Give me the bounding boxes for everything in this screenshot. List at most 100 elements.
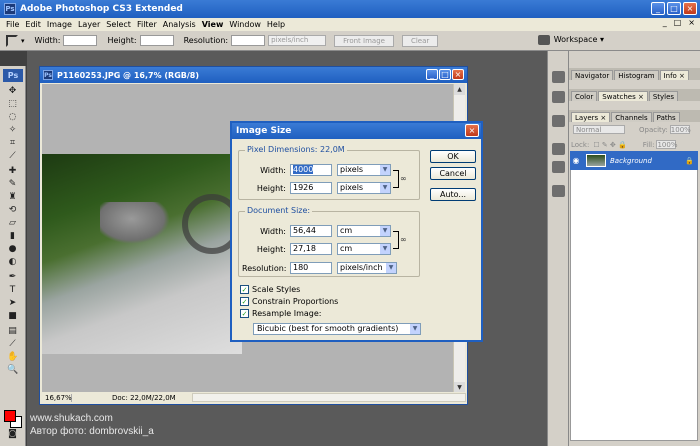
eraser-tool-icon[interactable]: ▱ (7, 218, 18, 228)
eyedropper-tool-icon[interactable]: ⟋ (7, 151, 18, 161)
eyedropper-sample-tool-icon[interactable]: ⟋ (7, 339, 18, 349)
menu-image[interactable]: Image (44, 20, 75, 29)
brush-tool-icon[interactable]: ✎ (7, 179, 18, 189)
options-height-input[interactable] (139, 35, 174, 46)
document-close-button[interactable]: × (452, 69, 464, 80)
fill-input[interactable]: 100% (656, 140, 677, 149)
pen-tool-icon[interactable]: ✒ (7, 272, 18, 282)
opacity-input[interactable]: 100% (669, 125, 691, 134)
clear-button[interactable]: Clear (401, 34, 439, 47)
menu-help[interactable]: Help (264, 20, 288, 29)
pixel-width-input[interactable]: 4000 (290, 164, 332, 176)
tab-swatches[interactable]: Swatches × (598, 91, 648, 101)
healing-brush-tool-icon[interactable]: ✚ (7, 166, 18, 176)
tab-channels[interactable]: Channels (611, 112, 652, 122)
doc-width-input[interactable]: 56,44 (290, 225, 332, 237)
eye-icon[interactable]: ◉ (570, 156, 582, 165)
tab-color[interactable]: Color (571, 91, 598, 101)
menu-edit[interactable]: Edit (22, 20, 44, 29)
doc-restore-icon[interactable]: □ (672, 18, 684, 27)
options-width-input[interactable] (63, 35, 98, 46)
tab-histogram[interactable]: Histogram (614, 70, 659, 80)
marquee-tool-icon[interactable]: ⬚ (7, 99, 18, 109)
lock-icons[interactable]: ☐ ✎ ✥ 🔒 (593, 141, 626, 149)
crop-tool-icon[interactable]: ⌗ (7, 138, 18, 148)
layer-thumbnail (586, 154, 606, 167)
resample-image-checkbox[interactable]: ✓ Resample Image: (240, 309, 322, 318)
resample-method-select[interactable]: Bicubic (best for smooth gradients) ▼ (253, 323, 421, 335)
document-titlebar[interactable]: Ps P1160253.JPG @ 16,7% (RGB/8) (40, 67, 467, 83)
gradient-tool-icon[interactable]: ▮ (7, 231, 18, 241)
doc-chain-link-icon: ∞ (400, 235, 407, 244)
pixel-height-unit-select[interactable]: pixels ▼ (337, 182, 391, 194)
minimize-button[interactable]: _ (651, 2, 665, 15)
tab-styles[interactable]: Styles (648, 91, 679, 101)
actions-panel-icon[interactable] (552, 91, 565, 103)
scroll-up-arrow-icon[interactable]: ▲ (454, 84, 465, 95)
lasso-tool-icon[interactable]: ◌ (7, 112, 18, 122)
magic-wand-tool-icon[interactable]: ✧ (7, 125, 18, 135)
blur-tool-icon[interactable]: ● (7, 244, 18, 254)
tab-info[interactable]: Info × (659, 70, 689, 80)
cancel-button[interactable]: Cancel (430, 167, 476, 180)
hand-tool-icon[interactable]: ✋ (7, 352, 18, 362)
tool-preset-chevron-icon[interactable]: ▾ (21, 37, 25, 45)
resolution-input[interactable]: 180 (290, 262, 332, 274)
scale-styles-checkbox[interactable]: ✓ Scale Styles (240, 285, 300, 294)
zoom-tool-icon[interactable]: 🔍 (7, 365, 18, 375)
tab-paths[interactable]: Paths (652, 112, 680, 122)
bridge-icon[interactable] (538, 35, 550, 45)
front-image-button[interactable]: Front Image (334, 34, 394, 47)
close-button[interactable]: × (683, 2, 697, 15)
clone-stamp-tool-icon[interactable]: ♜ (7, 192, 18, 202)
doc-close-icon[interactable]: × (686, 18, 697, 27)
path-selection-tool-icon[interactable]: ➤ (7, 298, 18, 308)
dialog-titlebar[interactable]: Image Size (232, 123, 481, 139)
options-resolution-unit-select[interactable]: pixels/inch (268, 35, 327, 46)
crop-tool-icon[interactable] (6, 34, 18, 47)
tab-layers[interactable]: Layers × (571, 112, 611, 122)
dodge-tool-icon[interactable]: ◐ (7, 257, 18, 267)
tab-navigator[interactable]: Navigator (571, 70, 614, 80)
doc-minimize-icon[interactable]: _ (661, 18, 669, 27)
tools-panel-icon[interactable] (552, 115, 565, 127)
dialog-close-button[interactable]: × (465, 124, 479, 137)
workspace-menu[interactable]: Workspace ▾ (554, 35, 604, 44)
document-maximize-button[interactable]: □ (439, 69, 451, 80)
menu-file[interactable]: File (3, 20, 22, 29)
navigator-panel-icon[interactable] (552, 71, 565, 83)
resolution-unit-select[interactable]: pixels/inch ▼ (337, 262, 397, 274)
zoom-level[interactable]: 16,67% (42, 393, 72, 402)
constrain-proportions-checkbox[interactable]: ✓ Constrain Proportions (240, 297, 338, 306)
document-minimize-button[interactable]: _ (426, 69, 438, 80)
maximize-button[interactable]: □ (667, 2, 681, 15)
options-resolution-input[interactable] (231, 35, 266, 46)
menu-view[interactable]: View (199, 20, 227, 29)
foreground-color-swatch[interactable] (4, 410, 16, 422)
move-tool-icon[interactable]: ✥ (7, 86, 18, 96)
doc-width-unit-select[interactable]: cm ▼ (337, 225, 391, 237)
menu-select[interactable]: Select (103, 20, 134, 29)
layer-comps-panel-icon[interactable] (552, 185, 565, 197)
history-brush-tool-icon[interactable]: ⟲ (7, 205, 18, 215)
paragraph-panel-icon[interactable] (552, 161, 565, 173)
ok-button[interactable]: OK (430, 150, 476, 163)
menu-window[interactable]: Window (226, 20, 264, 29)
blend-mode-select[interactable]: Normal (573, 125, 625, 134)
pixel-width-unit-select[interactable]: pixels ▼ (337, 164, 391, 176)
menu-layer[interactable]: Layer (75, 20, 103, 29)
clone-source-panel-icon[interactable] (552, 143, 565, 155)
menu-filter[interactable]: Filter (134, 20, 160, 29)
quick-mask-icon[interactable]: ◙ (7, 429, 18, 439)
auto-button[interactable]: Auto... (430, 188, 476, 201)
notes-tool-icon[interactable]: ▤ (7, 326, 18, 336)
doc-size-info[interactable]: Doc: 22,0M/22,0M (112, 394, 176, 402)
doc-height-input[interactable]: 27,18 (290, 243, 332, 255)
doc-height-unit-select[interactable]: cm ▼ (337, 243, 391, 255)
menu-analysis[interactable]: Analysis (160, 20, 199, 29)
layer-row-background[interactable]: ◉ Background 🔒 (570, 151, 698, 170)
type-tool-icon[interactable]: T (7, 285, 18, 295)
document-horizontal-scrollbar[interactable] (192, 393, 466, 402)
pixel-height-input[interactable]: 1926 (290, 182, 332, 194)
shape-tool-icon[interactable]: ■ (7, 311, 18, 321)
